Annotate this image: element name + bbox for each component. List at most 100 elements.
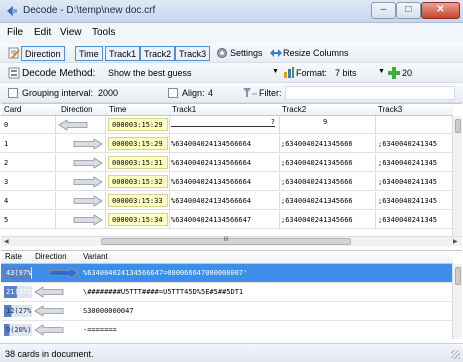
column-divider	[375, 154, 376, 172]
variant-direction-cell	[49, 267, 79, 281]
variants-grid-vscroll[interactable]	[452, 264, 462, 339]
table-row[interactable]: 3 000003:15:32 %634004024134566664 ;6340040…	[1, 173, 453, 191]
toggle-direction-column[interactable]: Direction	[21, 46, 65, 61]
scroll-left-icon[interactable]: ◀	[4, 238, 9, 245]
list-item[interactable]: 21(47% \########U5TTT####=U5TTT45D%5E#5##…	[1, 283, 453, 302]
close-button[interactable]: ✕	[421, 2, 460, 19]
column-divider	[55, 192, 56, 210]
header-track2[interactable]: Track2	[282, 105, 306, 114]
menu-bar: File Edit View Tools	[0, 23, 463, 43]
rate-badge: 9(20%)	[4, 324, 32, 336]
header-card[interactable]: Card	[4, 105, 21, 114]
arrow-left-icon	[34, 286, 64, 298]
variant-text: \########U5TTT####=U5TTT45D%5E#5##5DT1	[83, 288, 244, 296]
variants-grid-vscroll-thumb[interactable]	[455, 267, 461, 285]
table-row[interactable]: 1 000003:15:29 %634004024134566664 ;6340040…	[1, 135, 453, 153]
chevron-down-icon[interactable]: ▼	[272, 68, 279, 75]
cards-grid-hscroll[interactable]: ◀ III ▶	[1, 236, 462, 246]
cell-track2: ;6340040241345666	[281, 159, 353, 167]
table-row[interactable]: 5 000003:15:34 %634004024134566647 ;6340040…	[1, 211, 453, 229]
table-row[interactable]: 0 000003:15:29? 9	[1, 116, 453, 134]
maximize-icon: □	[405, 4, 412, 15]
header-rate[interactable]: Rate	[5, 252, 22, 261]
column-divider	[169, 116, 170, 134]
arrow-right-icon	[73, 138, 103, 150]
rate-text: 9(20%)	[6, 326, 32, 334]
cell-time: 000003:15:32	[108, 175, 168, 188]
app-card-icon	[7, 6, 17, 16]
column-divider	[169, 173, 170, 191]
grouping-checkbox[interactable]	[8, 88, 18, 98]
cell-track2: ;6340040241345666	[281, 140, 353, 148]
header-track1[interactable]: Track1	[172, 105, 196, 114]
decode-method-select[interactable]: Show the best guess	[108, 68, 192, 78]
settings-button[interactable]: Settings	[230, 48, 263, 58]
table-row[interactable]: 2 000003:15:31 %634004024134566664 ;6340040…	[1, 154, 453, 172]
minimize-button[interactable]: –	[371, 2, 396, 19]
cell-time-text: 000003:15:29	[112, 121, 163, 129]
toggle-track3-column[interactable]: Track3	[175, 46, 211, 61]
list-item[interactable]: 43(97% %634004024134566647=00006664700000…	[1, 264, 453, 283]
cards-grid-vscroll-thumb[interactable]	[455, 119, 461, 133]
align-checkbox[interactable]	[168, 88, 178, 98]
hscroll-grip-icon: III	[223, 237, 229, 243]
column-divider	[105, 154, 106, 172]
cards-grid-hscroll-thumb[interactable]: III	[101, 237, 351, 245]
cell-time: 000003:15:29	[108, 137, 168, 150]
cell-track3: ;6340040241345	[378, 178, 438, 186]
column-divider	[169, 211, 170, 229]
table-row[interactable]: 4 000003:15:33 %634004024134566664 ;6340040…	[1, 192, 453, 210]
rate-text: 12(27%	[6, 307, 32, 315]
toggle-time-column[interactable]: Time	[75, 46, 103, 61]
variants-grid[interactable]: Rate Direction Variant 43(97% %6340040241…	[1, 250, 462, 339]
format-select[interactable]: 7 bits	[335, 68, 357, 78]
resize-columns-icon	[270, 49, 282, 57]
header-time[interactable]: Time	[109, 105, 126, 114]
direction-cell	[73, 176, 103, 190]
menu-file[interactable]: File	[7, 27, 23, 38]
maximize-button[interactable]: □	[396, 2, 421, 19]
decode-toolbar: Decode Method: Show the best guess ▼ For…	[0, 63, 463, 83]
header-track3[interactable]: Track3	[378, 105, 402, 114]
cell-time-text: 000003:15:29	[112, 140, 163, 148]
column-divider	[55, 173, 56, 191]
filter-input[interactable]	[285, 86, 455, 100]
column-divider	[279, 211, 280, 229]
menu-edit[interactable]: Edit	[34, 27, 51, 38]
header-direction[interactable]: Direction	[61, 105, 93, 114]
align-input[interactable]: 4	[208, 88, 213, 98]
column-divider	[55, 211, 56, 229]
toggle-track2-column[interactable]: Track2	[140, 46, 176, 61]
list-item[interactable]: 9(20%) -=======	[1, 321, 453, 339]
arrow-right-icon	[73, 157, 103, 169]
grouping-interval-input[interactable]: 2000	[98, 88, 118, 98]
arrow-right-icon	[49, 267, 79, 279]
title-bar[interactable]: Decode - D:\temp\new doc.crf – □ ✕	[0, 0, 463, 23]
column-divider	[169, 192, 170, 210]
format-chevron-down-icon[interactable]: ▼	[378, 68, 385, 75]
cards-grid[interactable]: Card Direction Time Track1 Track2 Track3…	[1, 103, 462, 236]
header-variant[interactable]: Variant	[83, 252, 108, 261]
arrow-right-icon	[73, 195, 103, 207]
cell-card: 5	[4, 216, 9, 224]
arrow-right-icon	[73, 214, 103, 226]
menu-tools[interactable]: Tools	[92, 27, 115, 38]
decode-method-icon	[8, 67, 20, 79]
column-divider	[375, 192, 376, 210]
menu-view[interactable]: View	[60, 27, 82, 38]
resize-grip-icon[interactable]	[451, 350, 460, 359]
header-variant-direction[interactable]: Direction	[35, 252, 67, 261]
count-value[interactable]: 20	[402, 68, 412, 78]
scroll-right-icon[interactable]: ▶	[453, 238, 458, 245]
toggle-track1-column[interactable]: Track1	[105, 46, 141, 61]
cards-grid-vscroll[interactable]	[452, 116, 462, 236]
column-divider	[375, 173, 376, 191]
arrow-left-icon	[58, 119, 88, 131]
rate-badge: 12(27%	[4, 305, 32, 317]
decode-method-label: Decode Method:	[22, 68, 96, 79]
resize-columns-button[interactable]: Resize Columns	[283, 48, 349, 58]
grouping-toolbar: Grouping interval: 2000 Align: 4 Filter:	[0, 83, 463, 103]
list-item[interactable]: 12(27% S30000000047	[1, 302, 453, 321]
cell-card: 1	[4, 140, 9, 148]
rate-badge: 43(97%	[4, 267, 32, 279]
